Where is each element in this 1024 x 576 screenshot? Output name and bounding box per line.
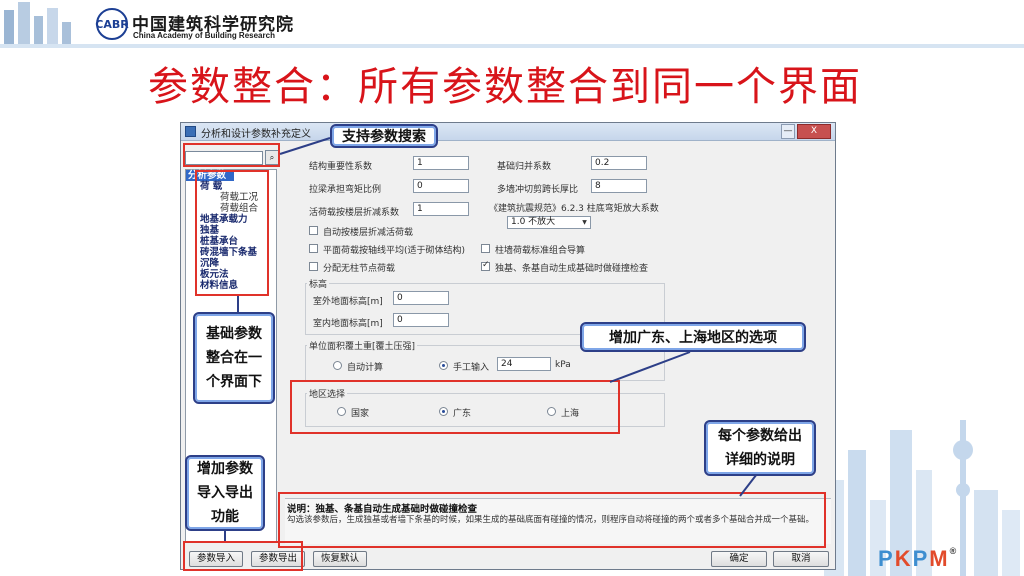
multi-shear-field[interactable]: 8: [591, 179, 647, 193]
struct-importance-label: 结构重要性系数: [309, 162, 373, 172]
pile-cap-combo-checkbox[interactable]: [481, 244, 490, 253]
auto-floor-checkbox[interactable]: [309, 226, 318, 235]
callout-region: 增加广东、上海地区的选项: [580, 322, 806, 352]
dialog-titlebar[interactable]: 分析和设计参数补充定义 — X: [181, 123, 835, 141]
soil-manual-label: 手工输入: [453, 363, 490, 373]
soil-manual-field[interactable]: 24: [497, 357, 551, 371]
cancel-button[interactable]: 取消: [773, 551, 829, 567]
import-export-highlight: [183, 541, 303, 571]
soil-auto-label: 自动计算: [347, 363, 384, 373]
pile-slenderness-field[interactable]: 0: [413, 179, 469, 193]
minimize-button[interactable]: —: [781, 124, 795, 139]
region-highlight: [290, 380, 620, 434]
indoor-elev-field[interactable]: 0: [393, 313, 449, 327]
close-button[interactable]: X: [797, 124, 831, 139]
soil-weight-group-label: 单位面积覆土重[覆土压强]: [307, 339, 418, 352]
auto-floor-label: 自动按楼层折减活荷载: [323, 228, 414, 238]
indoor-elev-label: 室内地面标高[m]: [313, 319, 383, 329]
live-reduction-label: 活荷载按楼层折减系数: [309, 208, 400, 218]
level-average-label: 平面荷载按轴线平均(适于砌体结构): [323, 246, 466, 256]
nonfloor-node-label: 分配无柱节点荷载: [323, 264, 396, 274]
multi-shear-label: 多墙冲切剪跨长厚比: [497, 185, 579, 195]
chevron-down-icon: ▼: [582, 219, 587, 226]
ok-button[interactable]: 确定: [711, 551, 767, 567]
app-icon: [185, 126, 196, 137]
cabr-logo: CABR: [95, 8, 129, 40]
nonfloor-node-checkbox[interactable]: [309, 262, 318, 271]
seismic-note-label: 《建筑抗震规范》6.2.3 柱底弯矩放大系数: [489, 204, 659, 214]
seismic-select[interactable]: 1.0 不放大 ▼: [507, 216, 591, 229]
outdoor-elev-label: 室外地面标高[m]: [313, 297, 383, 307]
elevation-group-label: 标高: [307, 277, 330, 290]
callout-search: 支持参数搜索: [330, 124, 438, 148]
callout-detail: 每个参数给出 详细的说明: [704, 420, 816, 476]
collision-check-checkbox[interactable]: [481, 260, 490, 271]
nav-highlight: [195, 170, 269, 296]
soil-auto-radio[interactable]: [333, 361, 342, 370]
outdoor-elev-field[interactable]: 0: [393, 291, 449, 305]
org-name-en: China Academy of Building Research: [133, 31, 275, 40]
callout-base-merge: 基础参数 整合在一 个界面下: [193, 312, 275, 404]
slide-title: 参数整合：所有参数整合到同一个界面: [148, 64, 862, 110]
base-reduction-field[interactable]: 0.2: [591, 156, 647, 170]
pkpm-brand-logo: PKPM®: [878, 546, 959, 571]
search-highlight: [183, 143, 280, 167]
callout-import-export: 增加参数 导入导出 功能: [185, 455, 265, 531]
skyline-left-decoration: [4, 2, 71, 44]
live-reduction-field[interactable]: 1: [413, 202, 469, 216]
header-stripe: [0, 44, 1024, 48]
struct-importance-field[interactable]: 1: [413, 156, 469, 170]
level-average-checkbox[interactable]: [309, 244, 318, 253]
base-reduction-label: 基础归并系数: [497, 162, 552, 172]
pile-slenderness-label: 拉梁承担弯矩比例: [309, 185, 382, 195]
description-highlight: [278, 492, 826, 548]
skyline-right-decoration: [824, 420, 1020, 576]
reset-button[interactable]: 恢复默认: [313, 551, 367, 567]
soil-manual-radio[interactable]: [439, 361, 448, 370]
pile-cap-combo-label: 柱墙荷载标准组合导算: [495, 246, 586, 256]
slide-header: CABR 中国建筑科学研究院 China Academy of Building…: [0, 0, 1024, 48]
collision-check-label: 独基、条基自动生成基础时做碰撞检查: [495, 264, 649, 274]
dialog-title: 分析和设计参数补充定义: [201, 129, 311, 140]
soil-unit-label: kPa: [555, 360, 571, 370]
